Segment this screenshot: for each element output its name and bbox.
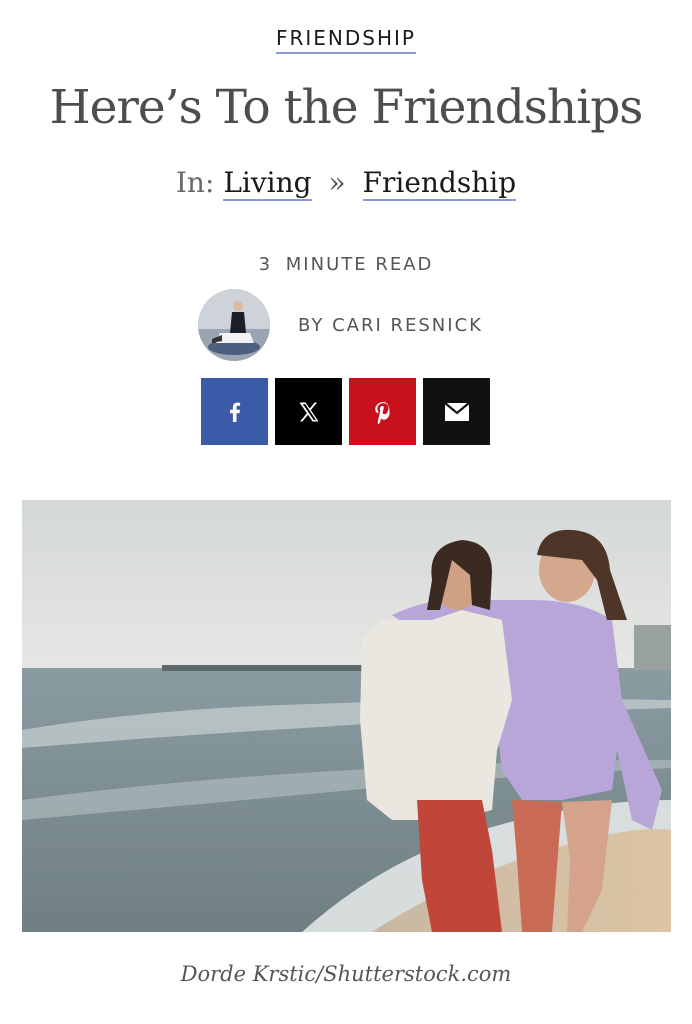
breadcrumb-prefix: In: bbox=[175, 166, 215, 199]
read-time-number: 3 bbox=[258, 254, 273, 275]
image-caption: Dorde Krstic/Shutterstock.com bbox=[180, 962, 512, 986]
author-byline: BY CARI RESNICK bbox=[198, 289, 483, 361]
pinterest-icon bbox=[374, 401, 390, 424]
share-facebook-button[interactable] bbox=[201, 378, 268, 445]
author-name[interactable]: BY CARI RESNICK bbox=[298, 315, 483, 336]
facebook-icon bbox=[229, 402, 240, 422]
share-email-button[interactable] bbox=[423, 378, 490, 445]
share-buttons bbox=[201, 378, 490, 445]
breadcrumb-separator: » bbox=[328, 166, 346, 199]
author-avatar[interactable] bbox=[198, 289, 270, 361]
page-title: Here’s To the Friendships bbox=[49, 80, 644, 135]
read-time: 3 MINUTE READ bbox=[0, 254, 692, 275]
read-time-label: MINUTE READ bbox=[285, 254, 434, 275]
hero-image bbox=[22, 500, 671, 932]
breadcrumb-friendship-link[interactable]: Friendship bbox=[362, 166, 517, 201]
breadcrumb: In: Living » Friendship bbox=[0, 166, 692, 201]
breadcrumb-living-link[interactable]: Living bbox=[223, 166, 312, 201]
share-pinterest-button[interactable] bbox=[349, 378, 416, 445]
category-tag: FRIENDSHIP bbox=[0, 26, 692, 54]
category-link[interactable]: FRIENDSHIP bbox=[276, 26, 416, 54]
envelope-icon bbox=[443, 401, 470, 421]
share-x-button[interactable] bbox=[275, 378, 342, 445]
x-icon bbox=[299, 402, 318, 421]
